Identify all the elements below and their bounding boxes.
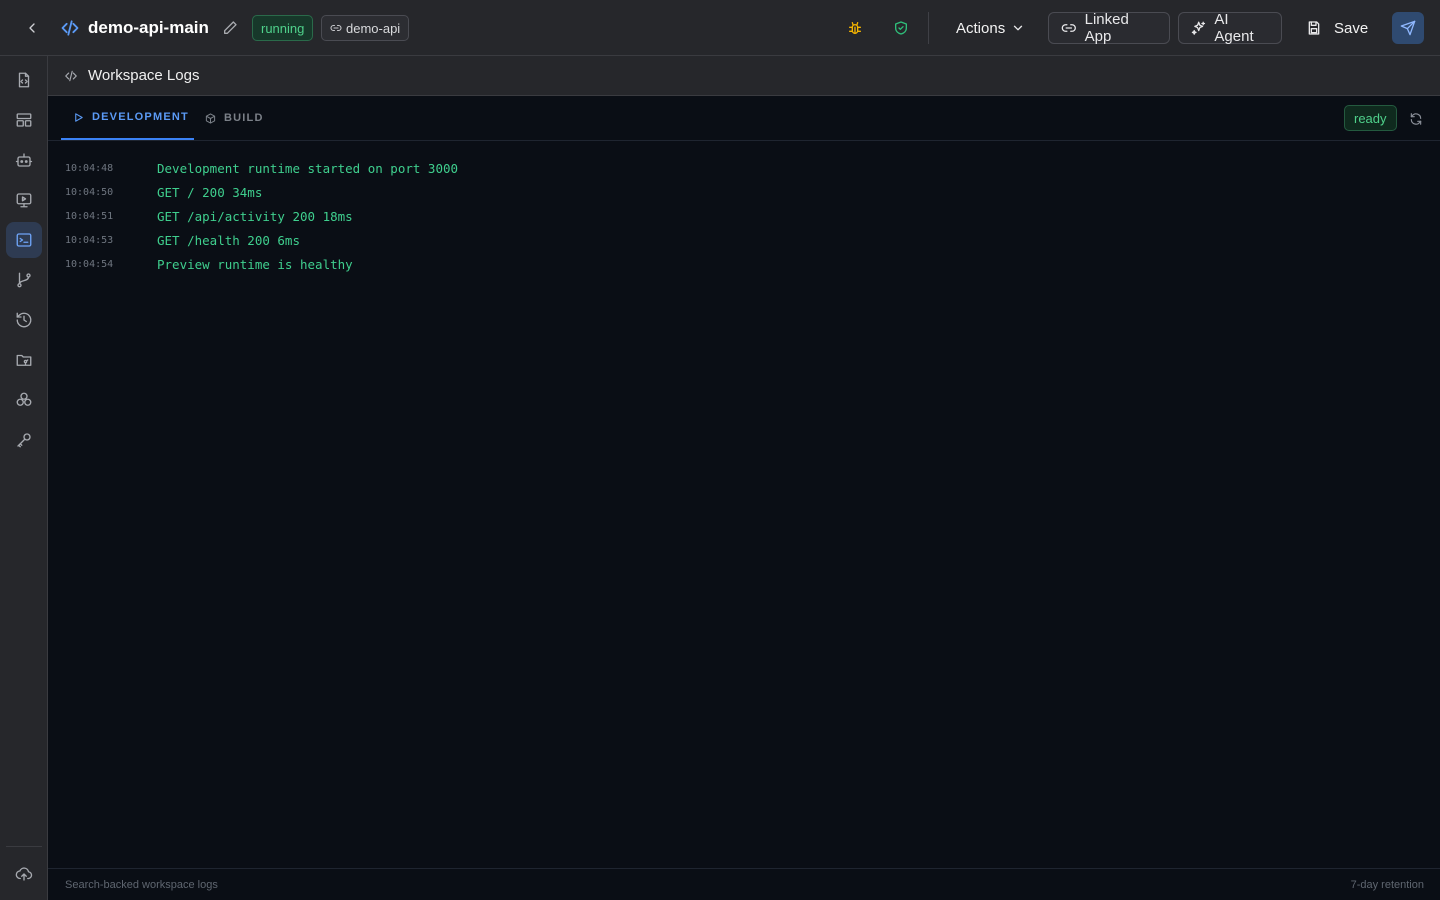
boxes-icon (16, 392, 32, 406)
workspace-title: demo-api-main (88, 18, 209, 37)
actions-label: Actions (956, 19, 1006, 37)
footer-retention: 7-day retention (1350, 879, 1424, 891)
history-icon (16, 312, 32, 328)
panel-title: Workspace Logs (88, 67, 200, 84)
runtime-status-badge: ready (1344, 105, 1397, 131)
log-timestamp: 10:04:54 (65, 258, 114, 270)
folder-git-icon (16, 354, 32, 366)
log-message: GET /api/activity 200 18ms (157, 208, 353, 224)
log-timestamp: 10:04:50 (65, 186, 114, 198)
tab-build-label: BUILD (224, 112, 264, 124)
terminal-icon (16, 233, 32, 247)
toolbar-divider (928, 12, 929, 44)
refresh-icon (1410, 113, 1422, 125)
ai-agent-label: AI Agent (1214, 11, 1254, 45)
layout-icon (16, 113, 32, 127)
sidebar-item-deploy[interactable] (6, 856, 42, 892)
link-icon (1061, 24, 1076, 32)
linked-app-label: Linked App (1084, 11, 1129, 45)
sidebar-item-agent[interactable] (6, 142, 42, 178)
sidebar-item-branches[interactable] (6, 262, 42, 298)
top-bar: demo-api-main running demo-api Actions L… (0, 0, 1440, 56)
log-message: GET / 200 34ms (157, 184, 263, 200)
save-label: Save (1334, 19, 1369, 37)
log-message: Preview runtime is healthy (157, 256, 353, 272)
sidebar-item-secrets[interactable] (6, 422, 42, 458)
log-timestamp: 10:04:48 (65, 162, 114, 174)
git-branch-icon (17, 272, 31, 288)
footer-description: Search-backed workspace logs (65, 879, 218, 891)
link-icon (330, 24, 342, 32)
code-icon (65, 70, 77, 81)
sidebar-item-preview[interactable] (6, 182, 42, 218)
chevron-left-icon (29, 23, 35, 33)
send-icon (1400, 20, 1416, 36)
save-icon (1308, 21, 1320, 35)
tab-development-label: DEVELOPMENT (92, 111, 189, 123)
log-timestamp: 10:04:51 (65, 210, 114, 222)
tab-development[interactable]: DEVELOPMENT (61, 96, 194, 140)
log-list: 10:04:48 Development runtime started on … (48, 141, 1440, 868)
sidebar-item-history[interactable] (6, 302, 42, 338)
pencil-icon (224, 21, 237, 34)
ai-agent-button[interactable]: AI Agent (1178, 11, 1282, 45)
key-icon (17, 433, 31, 448)
status-badge: running (252, 15, 314, 41)
security-button[interactable] (891, 18, 911, 38)
actions-menu-button[interactable]: Actions (946, 14, 1035, 42)
monitor-play-icon (16, 193, 32, 208)
chevron-down-icon (1014, 25, 1023, 31)
save-button[interactable]: Save (1296, 12, 1378, 44)
shield-check-icon (895, 21, 907, 35)
log-footer: Search-backed workspace logs 7-day reten… (48, 868, 1440, 900)
refresh-button[interactable] (1407, 110, 1425, 128)
log-message: GET /health 200 6ms (157, 232, 300, 248)
log-tabs: DEVELOPMENT BUILD ready (48, 96, 1440, 141)
tab-build[interactable]: BUILD (205, 96, 264, 140)
sidebar-item-integrations[interactable] (6, 382, 42, 418)
deploy-button[interactable] (1392, 12, 1424, 44)
file-code-icon (18, 72, 30, 88)
linked-app-button[interactable]: Linked App (1048, 11, 1170, 45)
sidebar-item-layout[interactable] (6, 102, 42, 138)
linked-repo-label: demo-api (346, 20, 401, 36)
cloud-upload-icon (15, 867, 33, 881)
panel-header: Workspace Logs (48, 56, 1440, 96)
sidebar (0, 56, 48, 900)
log-timestamp: 10:04:53 (65, 234, 114, 246)
sparkles-icon (1191, 21, 1206, 35)
sidebar-item-repository[interactable] (6, 342, 42, 378)
linked-repo-badge[interactable]: demo-api (321, 15, 410, 41)
log-message: Development runtime started on port 3000 (157, 160, 459, 176)
sidebar-item-files[interactable] (6, 62, 42, 98)
edit-title-button[interactable] (220, 17, 240, 39)
bot-icon (15, 153, 33, 167)
sidebar-item-logs[interactable] (6, 222, 42, 258)
sidebar-divider (6, 846, 42, 847)
debug-button[interactable] (845, 18, 865, 38)
bug-icon (849, 22, 861, 34)
play-icon (75, 112, 83, 122)
code-icon (58, 16, 82, 40)
package-icon (205, 112, 216, 124)
back-button[interactable] (20, 16, 44, 40)
